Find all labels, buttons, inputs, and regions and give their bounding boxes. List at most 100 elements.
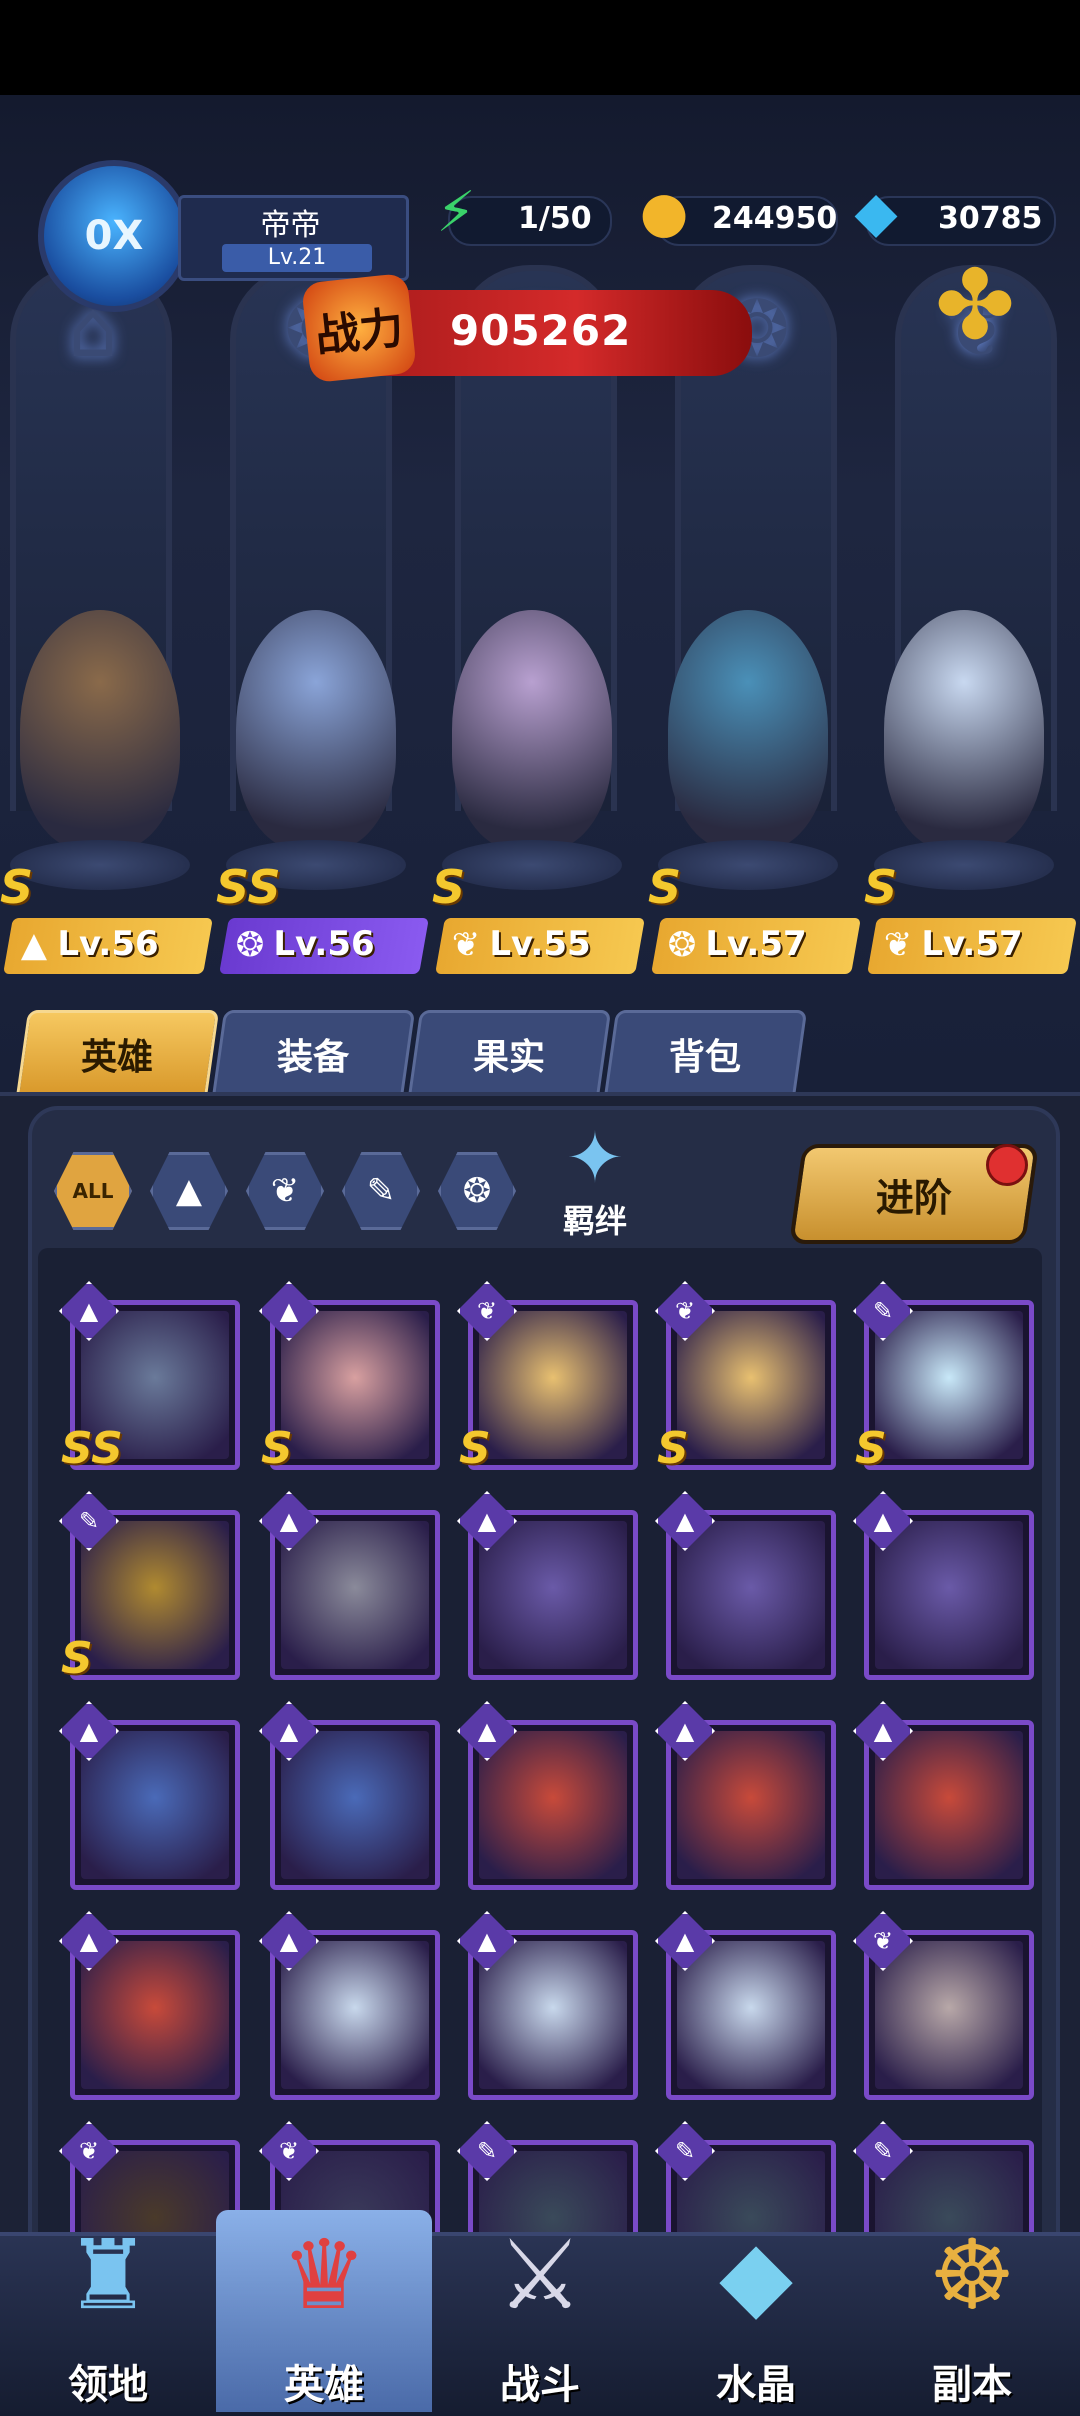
nav-item-battle[interactable]: ⚔ 战斗 (432, 2210, 648, 2412)
tab-heroes[interactable]: 英雄 (15, 1010, 220, 1098)
rank-badge: S (61, 1633, 93, 1684)
hero-card[interactable]: ▲ (259, 1911, 440, 2100)
hero-card[interactable]: ▲ (457, 1491, 638, 1680)
pedestal (874, 840, 1054, 890)
rank-badge: S (261, 1423, 293, 1474)
hero-card-portrait (81, 1731, 229, 1879)
pedestal (658, 840, 838, 890)
tab-equipment[interactable]: 装备 (211, 1010, 416, 1098)
hero-card[interactable]: ▲ (655, 1911, 836, 2100)
rank-badge: S (864, 860, 898, 914)
hero-card-portrait (81, 1521, 229, 1669)
lineup-hero-slot[interactable]: S (0, 590, 200, 920)
hero-level: Lv.57 (705, 924, 807, 964)
lineup-hero-slot[interactable]: S (432, 590, 632, 920)
hero-card[interactable]: ▲ (59, 1701, 240, 1890)
hero-card[interactable]: ▲ S (259, 1281, 440, 1474)
rank-badge: S (459, 1423, 491, 1474)
tab-backpack[interactable]: 背包 (603, 1010, 808, 1098)
hero-hat-icon: ♛ (280, 2219, 368, 2331)
hero-card-portrait (875, 1521, 1023, 1669)
hero-card-portrait (875, 1311, 1023, 1459)
hero-card[interactable]: ▲ (259, 1491, 440, 1680)
nav-item-heroes[interactable]: ♛ 英雄 (216, 2210, 432, 2412)
hero-card[interactable]: ▲ (853, 1701, 1034, 1890)
hero-card-portrait (677, 1521, 825, 1669)
hero-portrait (668, 610, 828, 850)
rank-badge: S (432, 860, 466, 914)
hero-card-portrait (479, 1311, 627, 1459)
gold-coin-icon[interactable]: ● (628, 176, 700, 248)
hero-card-portrait (677, 1941, 825, 2089)
rank-badge: S (648, 860, 682, 914)
rank-badge: S (0, 860, 34, 914)
bond-label[interactable]: 羁绊 (540, 1196, 650, 1242)
hero-card[interactable]: ▲ SS (59, 1281, 240, 1474)
hero-card[interactable]: ▲ (259, 1701, 440, 1890)
hero-card[interactable]: ❦ S (457, 1281, 638, 1474)
rank-badge: S (855, 1423, 887, 1474)
nav-label: 英雄 (284, 2362, 364, 2408)
combat-power-label: 战力 (301, 272, 417, 384)
hero-card-portrait (677, 1311, 825, 1459)
hero-portrait (236, 610, 396, 850)
hero-portrait (452, 610, 612, 850)
hero-card[interactable]: ❦ S (655, 1281, 836, 1474)
hero-card-portrait (479, 1731, 627, 1879)
hero-card[interactable]: ▲ (853, 1491, 1034, 1680)
hero-level: Lv.57 (921, 924, 1023, 964)
hero-card-portrait (479, 1941, 627, 2089)
hero-card-portrait (875, 1941, 1023, 2089)
hero-card[interactable]: ▲ (655, 1701, 836, 1890)
hero-level: Lv.56 (57, 924, 159, 964)
player-avatar[interactable]: 0X (38, 160, 190, 312)
hero-card-portrait (281, 1521, 429, 1669)
nav-item-territory[interactable]: ♜ 领地 (0, 2210, 216, 2412)
hero-card-portrait (677, 1731, 825, 1879)
hero-level: Lv.56 (273, 924, 375, 964)
swords-icon: ⚔ (496, 2219, 584, 2331)
hero-card[interactable]: ▲ (59, 1911, 240, 2100)
combat-power-value: 905262 (450, 306, 632, 355)
hero-level: Lv.55 (489, 924, 591, 964)
hero-card-portrait (281, 1311, 429, 1459)
notification-dot (986, 1144, 1028, 1186)
nav-label: 战斗 (500, 2362, 580, 2408)
hero-card[interactable]: ▲ (457, 1911, 638, 2100)
system-status-bar (0, 0, 1080, 95)
hero-card[interactable]: ▲ (457, 1701, 638, 1890)
pedestal (10, 840, 190, 890)
bond-swallow-icon[interactable]: ✦ (530, 1117, 660, 1199)
tab-fruits[interactable]: 果实 (407, 1010, 612, 1098)
hero-card-portrait (875, 1731, 1023, 1879)
hero-card[interactable]: ▲ (655, 1491, 836, 1680)
rank-badge: SS (61, 1423, 123, 1474)
nav-item-crystal[interactable]: ◆ 水晶 (648, 2210, 864, 2412)
hero-card-portrait (81, 1941, 229, 2089)
hero-card[interactable]: ✎ S (59, 1491, 240, 1684)
pedestal (442, 840, 622, 890)
lineup-hero-slot[interactable]: S (648, 590, 848, 920)
hero-card-portrait (479, 1521, 627, 1669)
rank-badge: SS (216, 860, 281, 914)
nav-label: 副本 (932, 2362, 1012, 2408)
hero-portrait (884, 610, 1044, 850)
hero-card-portrait (281, 1731, 429, 1879)
gem-value: 30785 (938, 201, 1043, 236)
hero-card[interactable]: ✎ S (853, 1281, 1034, 1474)
lineup-hero-slot[interactable]: S (864, 590, 1064, 920)
player-level: Lv.21 (222, 244, 372, 272)
hero-card[interactable]: ❦ (853, 1911, 1034, 2100)
diamond-gem-icon[interactable]: ◆ (840, 176, 912, 248)
player-name: 帝帝 (260, 208, 321, 243)
lineup-hero-slot[interactable]: SS (216, 590, 416, 920)
energy-lightning-icon[interactable]: ⚡ (420, 176, 492, 248)
energy-value: 1/50 (518, 201, 592, 236)
gold-value: 244950 (712, 201, 838, 236)
nav-label: 领地 (68, 2362, 148, 2408)
pinwheel-menu-icon[interactable]: ✤ (920, 249, 1030, 361)
castle-icon: ♜ (64, 2219, 152, 2331)
rank-badge: S (657, 1423, 689, 1474)
nav-item-dungeon[interactable]: ☸ 副本 (864, 2210, 1080, 2412)
hero-card-portrait (281, 1941, 429, 2089)
